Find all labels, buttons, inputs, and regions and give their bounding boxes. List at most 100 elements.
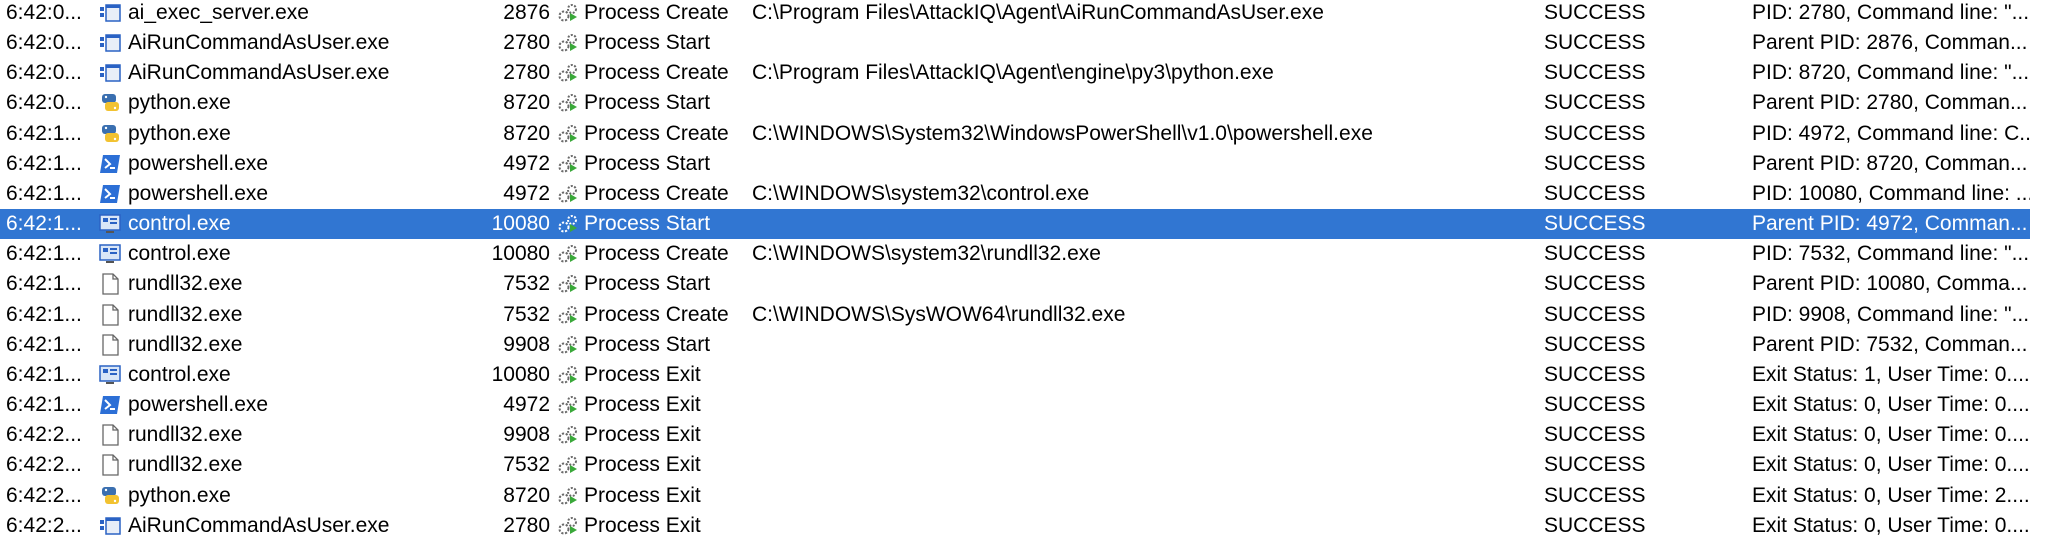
- table-row[interactable]: 6:42:1... python.exe 8720 Process Create C:\…: [0, 119, 2030, 149]
- blank-file-icon: [98, 450, 128, 477]
- process-operation-icon: [556, 450, 584, 477]
- table-row[interactable]: 6:42:1... powershell.exe 4972 Process Start…: [0, 149, 2030, 179]
- time-cell: 6:42:2...: [6, 423, 82, 447]
- table-row[interactable]: 6:42:2... rundll32.exe 9908 Process Exit SUC…: [0, 420, 2030, 450]
- operation-cell: Process Exit: [584, 513, 701, 537]
- process-name-cell: rundll32.exe: [128, 272, 243, 296]
- detail-cell: Parent PID: 7532, Comman...: [1752, 332, 2028, 356]
- app-window-icon: [98, 28, 128, 55]
- time-cell: 6:42:1...: [6, 302, 82, 326]
- process-operation-icon: [556, 420, 584, 447]
- blank-file-icon: [98, 300, 128, 327]
- blank-file-icon: [98, 269, 128, 296]
- pid-cell: 7532: [503, 272, 550, 296]
- pid-cell: 2876: [503, 1, 550, 24]
- time-cell: 6:42:1...: [6, 181, 82, 205]
- process-operation-icon: [556, 511, 584, 538]
- result-cell: SUCCESS: [1544, 61, 1646, 85]
- operation-cell: Process Start: [584, 212, 711, 236]
- table-row[interactable]: 6:42:1... rundll32.exe 9908 Process Start SU…: [0, 330, 2030, 360]
- table-row[interactable]: 6:42:2... rundll32.exe 7532 Process Exit SUC…: [0, 450, 2030, 480]
- process-name-cell: python.exe: [128, 483, 231, 507]
- operation-cell: Process Start: [584, 31, 711, 55]
- process-name-cell: AiRunCommandAsUser.exe: [128, 61, 390, 85]
- detail-cell: Exit Status: 1, User Time: 0....: [1752, 362, 2030, 386]
- app-window-icon: [98, 58, 128, 85]
- table-row[interactable]: 6:42:0... AiRunCommandAsUser.exe 2780 Proce…: [0, 28, 2030, 58]
- process-name-cell: control.exe: [128, 212, 231, 236]
- pid-cell: 4972: [503, 393, 550, 417]
- pid-cell: 10080: [491, 242, 550, 266]
- pid-cell: 2780: [503, 31, 550, 55]
- operation-cell: Process Create: [584, 1, 729, 24]
- table-row[interactable]: 6:42:1... powershell.exe 4972 Process Creat…: [0, 179, 2030, 209]
- process-name-cell: powershell.exe: [128, 151, 269, 175]
- operation-cell: Process Start: [584, 332, 711, 356]
- operation-cell: Process Start: [584, 272, 711, 296]
- process-operation-icon: [556, 179, 584, 206]
- process-name-cell: rundll32.exe: [128, 453, 243, 477]
- app-window-icon: [98, 511, 128, 538]
- process-operation-icon: [556, 360, 584, 387]
- detail-cell: PID: 4972, Command line: C...: [1752, 121, 2030, 145]
- detail-cell: PID: 8720, Command line: "...: [1752, 61, 2030, 85]
- result-cell: SUCCESS: [1544, 151, 1646, 175]
- operation-cell: Process Exit: [584, 393, 701, 417]
- table-row[interactable]: 6:42:1... control.exe 10080 Process Exit SUC…: [0, 360, 2030, 390]
- path-cell: C:\WINDOWS\system32\rundll32.exe: [752, 242, 1101, 266]
- table-row[interactable]: 6:42:0... python.exe 8720 Process Start SUCC…: [0, 88, 2030, 118]
- table-row[interactable]: 6:42:1... powershell.exe 4972 Process Exit S…: [0, 390, 2030, 420]
- process-name-cell: rundll32.exe: [128, 423, 243, 447]
- result-cell: SUCCESS: [1544, 242, 1646, 266]
- powershell-icon: [98, 390, 128, 417]
- table-row[interactable]: 6:42:1... rundll32.exe 7532 Process Start SU…: [0, 269, 2030, 299]
- pid-cell: 8720: [503, 121, 550, 145]
- process-name-cell: powershell.exe: [128, 393, 269, 417]
- time-cell: 6:42:2...: [6, 513, 82, 537]
- process-operation-icon: [556, 28, 584, 55]
- time-cell: 6:42:1...: [6, 332, 82, 356]
- process-operation-icon: [556, 209, 584, 236]
- time-cell: 6:42:2...: [6, 483, 82, 507]
- process-operation-icon: [556, 0, 584, 25]
- detail-cell: PID: 10080, Command line: ...: [1752, 181, 2030, 205]
- time-cell: 6:42:0...: [6, 31, 82, 55]
- process-monitor-event-list[interactable]: 6:42:0... ai_exec_server.exe 2876 Process C…: [0, 0, 2046, 546]
- result-cell: SUCCESS: [1544, 423, 1646, 447]
- operation-cell: Process Create: [584, 302, 729, 326]
- table-row[interactable]: 6:42:1... control.exe 10080 Process Create C…: [0, 239, 2030, 269]
- table-row[interactable]: 6:42:0... AiRunCommandAsUser.exe 2780 Proce…: [0, 58, 2030, 88]
- operation-cell: Process Exit: [584, 423, 701, 447]
- detail-cell: Parent PID: 2876, Comman...: [1752, 31, 2028, 55]
- detail-cell: Exit Status: 0, User Time: 2....: [1752, 483, 2030, 507]
- control-panel-icon: [98, 360, 128, 387]
- table-row[interactable]: 6:42:2... AiRunCommandAsUser.exe 2780 Proce…: [0, 511, 2030, 541]
- process-operation-icon: [556, 88, 584, 115]
- operation-cell: Process Exit: [584, 362, 701, 386]
- result-cell: SUCCESS: [1544, 272, 1646, 296]
- pid-cell: 10080: [491, 212, 550, 236]
- detail-cell: Parent PID: 8720, Comman...: [1752, 151, 2028, 175]
- table-row[interactable]: 6:42:2... python.exe 8720 Process Exit SUCCE…: [0, 481, 2030, 511]
- table-row[interactable]: 6:42:0... ai_exec_server.exe 2876 Process C…: [0, 0, 2030, 28]
- process-name-cell: control.exe: [128, 362, 231, 386]
- result-cell: SUCCESS: [1544, 513, 1646, 537]
- control-panel-icon: [98, 209, 128, 236]
- table-row[interactable]: 6:42:1... rundll32.exe 7532 Process Create C…: [0, 300, 2030, 330]
- detail-cell: Exit Status: 0, User Time: 0....: [1752, 423, 2030, 447]
- python-icon: [98, 119, 128, 146]
- path-cell: C:\WINDOWS\system32\control.exe: [752, 181, 1090, 205]
- table-row[interactable]: 6:42:1... control.exe 10080 Process Start SU…: [0, 209, 2030, 240]
- process-name-cell: AiRunCommandAsUser.exe: [128, 513, 390, 537]
- powershell-icon: [98, 149, 128, 176]
- pid-cell: 9908: [503, 332, 550, 356]
- time-cell: 6:42:1...: [6, 242, 82, 266]
- process-name-cell: rundll32.exe: [128, 302, 243, 326]
- result-cell: SUCCESS: [1544, 393, 1646, 417]
- operation-cell: Process Start: [584, 151, 711, 175]
- detail-cell: Exit Status: 0, User Time: 0....: [1752, 513, 2030, 537]
- process-operation-icon: [556, 58, 584, 85]
- result-cell: SUCCESS: [1544, 362, 1646, 386]
- result-cell: SUCCESS: [1544, 483, 1646, 507]
- path-cell: C:\Program Files\AttackIQ\Agent\AiRunCom…: [752, 1, 1324, 24]
